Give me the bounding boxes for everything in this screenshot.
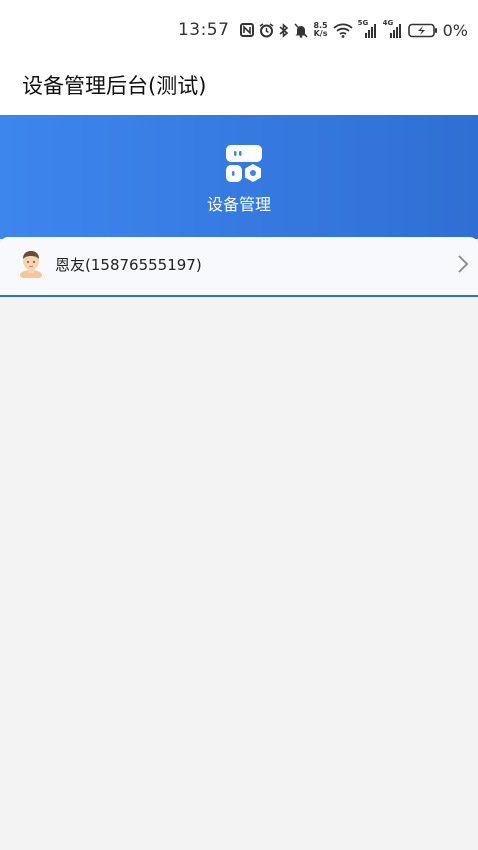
user-name-phone: 恩友(15876555197): [55, 256, 202, 274]
signal-5g-icon: 5G: [357, 19, 378, 39]
alarm-icon: [259, 21, 274, 39]
device-management-icon[interactable]: [224, 144, 264, 184]
battery-charging-icon: [407, 21, 438, 39]
signal-4g-icon: 4G: [382, 19, 403, 39]
status-bar: 13:57 8.5 K/s 5G 4G 0%: [0, 0, 478, 58]
page-title: 设备管理后台(测试): [22, 74, 207, 98]
user-avatar: [18, 250, 44, 280]
net-speed-unit: K/s: [313, 29, 328, 38]
signal-4g-label: 4G: [382, 19, 394, 27]
signal-5g-label: 5G: [357, 19, 369, 27]
bluetooth-icon: [279, 21, 289, 39]
chevron-right-icon: [456, 253, 470, 275]
mute-bell-icon: [294, 21, 308, 39]
banner: 设备管理: [0, 115, 478, 239]
net-speed: 8.5 K/s: [313, 21, 327, 39]
app-bar: 设备管理后台(测试): [0, 58, 478, 115]
banner-label[interactable]: 设备管理: [0, 191, 478, 215]
status-icons: 13:57 8.5 K/s 5G 4G 0%: [177, 19, 468, 40]
user-list-item[interactable]: 恩友(15876555197): [0, 237, 478, 297]
wifi-icon: [332, 21, 353, 39]
nfc-icon: [240, 21, 255, 39]
battery-percent: 0%: [442, 20, 468, 40]
status-time: 13:57: [177, 20, 230, 40]
